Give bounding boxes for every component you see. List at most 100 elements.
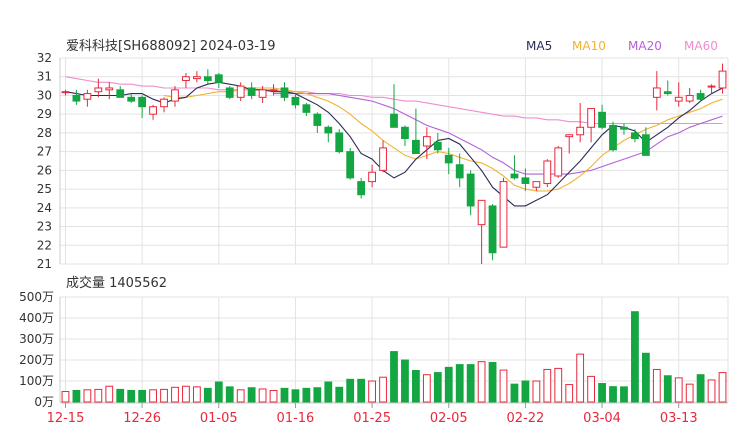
volume-bar xyxy=(641,352,650,403)
candle-body xyxy=(258,89,267,98)
chart-title: 爱科科技[SH688092] 2024-03-19 xyxy=(66,39,275,54)
candle-body xyxy=(225,87,234,98)
volume-bar xyxy=(466,364,475,403)
x-tick-label: 02-22 xyxy=(507,411,545,426)
legend-ma5: MA5 xyxy=(526,39,552,53)
candle xyxy=(565,134,574,154)
candle xyxy=(379,140,387,173)
volume-y-axis: 0万 100万 200万 300万 400万 500万 xyxy=(19,290,54,409)
candle xyxy=(412,108,420,155)
candle xyxy=(160,97,168,113)
volume-bar xyxy=(554,367,563,403)
candle-body xyxy=(291,96,300,106)
volume-bar xyxy=(412,370,420,403)
volume-bar xyxy=(587,375,596,403)
candle-body xyxy=(390,113,398,128)
candle xyxy=(225,86,234,100)
price-tick-label: 29 xyxy=(37,107,52,121)
candle xyxy=(477,199,486,264)
candle-body xyxy=(149,106,157,115)
candle xyxy=(280,82,289,102)
volume-bar xyxy=(94,388,103,403)
price-tick-label: 22 xyxy=(37,238,52,252)
volume-tick-label: 0万 xyxy=(34,395,54,409)
candle-body xyxy=(313,113,322,126)
candle xyxy=(543,159,552,188)
candle-body xyxy=(357,181,366,196)
candle xyxy=(696,89,705,102)
volume-bar xyxy=(674,377,683,403)
candle xyxy=(685,87,694,103)
candle-body xyxy=(116,89,125,98)
volume-bar xyxy=(225,386,234,403)
volume-tick-label: 300万 xyxy=(19,332,54,346)
candle xyxy=(203,69,212,85)
candle xyxy=(182,72,190,88)
candle xyxy=(368,164,376,188)
volume-tick-label: 200万 xyxy=(19,353,54,367)
candle xyxy=(609,121,617,152)
candle-body xyxy=(379,147,387,171)
candle xyxy=(587,108,596,143)
candle-body xyxy=(171,89,179,102)
volume-bar xyxy=(433,372,442,403)
candle-body xyxy=(412,139,420,155)
candle-body xyxy=(707,85,716,88)
volume-bar xyxy=(258,388,267,403)
date-x-axis: 12-15 12-26 01-05 01-16 01-25 02-05 02-22 03-04… xyxy=(47,402,728,426)
price-tick-label: 32 xyxy=(37,51,52,65)
candle-body xyxy=(280,87,289,98)
candle-body xyxy=(652,87,661,98)
volume-bar xyxy=(160,388,168,403)
candle xyxy=(466,170,475,216)
legend-ma60: MA60 xyxy=(684,39,718,53)
volume-bar xyxy=(379,376,387,403)
volume-bar xyxy=(302,387,311,403)
volume-bar xyxy=(269,389,278,403)
price-tick-label: 27 xyxy=(37,145,52,159)
candle xyxy=(214,72,223,88)
candle-body xyxy=(444,154,453,164)
candle-body xyxy=(83,93,92,100)
candle xyxy=(631,129,639,143)
candle xyxy=(510,155,519,180)
candle xyxy=(488,204,497,261)
candle xyxy=(554,146,563,178)
candle xyxy=(313,112,322,133)
price-tick-label: 23 xyxy=(37,220,52,234)
candle-body xyxy=(72,94,81,102)
candle xyxy=(346,147,355,180)
candle-body xyxy=(554,147,563,177)
candle-body xyxy=(346,151,355,179)
candle-body xyxy=(543,160,552,184)
volume-bar xyxy=(127,389,136,403)
x-tick-label: 02-05 xyxy=(430,411,468,426)
candle-body xyxy=(598,111,606,128)
volume-bar xyxy=(609,386,617,403)
candle xyxy=(663,80,672,96)
legend-ma10: MA10 xyxy=(572,39,606,53)
volume-bar xyxy=(72,389,81,403)
volume-bar xyxy=(324,381,333,403)
candle-body xyxy=(521,177,530,184)
x-tick-label: 12-26 xyxy=(123,411,161,426)
volume-title: 成交量 1405562 xyxy=(66,275,167,291)
price-y-axis: 21 22 23 24 25 26 27 28 29 30 31 32 xyxy=(37,51,52,271)
volume-bar xyxy=(543,368,552,403)
candle xyxy=(357,177,366,199)
volume-bar xyxy=(532,380,541,403)
volume-bar xyxy=(707,379,716,403)
candle-body xyxy=(160,98,168,108)
volume-bar xyxy=(105,385,114,403)
volume-bar xyxy=(138,389,147,403)
price-tick-label: 25 xyxy=(37,182,52,196)
price-tick-label: 31 xyxy=(37,70,52,84)
candle-body xyxy=(641,134,650,156)
x-tick-label: 01-25 xyxy=(353,411,391,426)
candle-body xyxy=(488,205,497,254)
volume-bar xyxy=(346,378,355,403)
volume-bar xyxy=(401,359,409,403)
candle xyxy=(258,86,267,103)
candle-body xyxy=(718,70,727,89)
candle xyxy=(247,82,256,100)
